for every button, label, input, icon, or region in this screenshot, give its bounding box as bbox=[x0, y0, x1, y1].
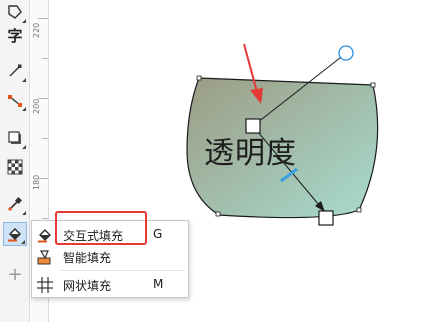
shape-icon bbox=[8, 5, 22, 19]
text-icon: 字 bbox=[7, 26, 23, 45]
fill-tool-button[interactable] bbox=[3, 222, 27, 246]
node-handle[interactable] bbox=[196, 75, 202, 81]
smart-fill-icon bbox=[37, 250, 51, 265]
toolbox: 字 + bbox=[0, 0, 30, 322]
menu-item-shortcut: G bbox=[153, 227, 163, 241]
highlight-box bbox=[55, 211, 147, 245]
mesh-fill-icon bbox=[37, 277, 53, 293]
plus-icon: + bbox=[7, 263, 23, 285]
interactive-fill-icon bbox=[38, 229, 51, 243]
eyedropper-tool-button[interactable] bbox=[3, 192, 27, 216]
checkerboard-icon bbox=[7, 159, 23, 175]
flyout-indicator-icon bbox=[22, 211, 26, 215]
node-handle[interactable] bbox=[356, 207, 362, 213]
eyedropper-icon bbox=[8, 196, 23, 211]
flyout-indicator-icon bbox=[22, 145, 26, 149]
node-handle[interactable] bbox=[370, 82, 376, 88]
fill-end-handle[interactable] bbox=[318, 210, 334, 226]
menu-item-label: 网状填充 bbox=[63, 279, 112, 293]
ruler-tick bbox=[42, 218, 48, 219]
canvas-text[interactable]: 透明度 bbox=[204, 128, 297, 172]
menu-item-mesh-fill[interactable]: 网状填充 M bbox=[32, 273, 188, 297]
flyout-indicator-icon bbox=[22, 107, 26, 111]
ruler-tick bbox=[42, 138, 48, 139]
flyout-indicator-icon bbox=[21, 240, 25, 244]
line-tool-button[interactable] bbox=[3, 59, 27, 83]
ruler-label: 220 bbox=[32, 22, 41, 38]
connector-icon bbox=[8, 95, 22, 107]
ruler-tick bbox=[42, 58, 48, 59]
shadow-icon bbox=[8, 131, 21, 144]
menu-separator bbox=[60, 270, 185, 271]
angle-handle-circle[interactable] bbox=[338, 45, 354, 61]
add-tool-button[interactable]: + bbox=[3, 262, 27, 286]
node-handle[interactable] bbox=[215, 211, 221, 217]
ruler-tick bbox=[38, 18, 48, 19]
text-tool-button[interactable]: 字 bbox=[3, 23, 27, 47]
line-icon bbox=[9, 64, 22, 77]
ruler-label: 200 bbox=[32, 98, 41, 114]
shadow-tool-button[interactable] bbox=[3, 126, 27, 150]
menu-item-smart-fill[interactable]: 智能填充 bbox=[32, 245, 188, 269]
connector-tool-button[interactable] bbox=[3, 88, 27, 112]
ruler-label: 180 bbox=[32, 174, 41, 190]
transparency-tool-button[interactable] bbox=[3, 155, 27, 179]
shape-tool-button[interactable] bbox=[3, 0, 27, 24]
menu-item-label: 智能填充 bbox=[63, 251, 112, 265]
menu-item-shortcut: M bbox=[153, 277, 164, 291]
flyout-indicator-icon bbox=[22, 78, 26, 82]
